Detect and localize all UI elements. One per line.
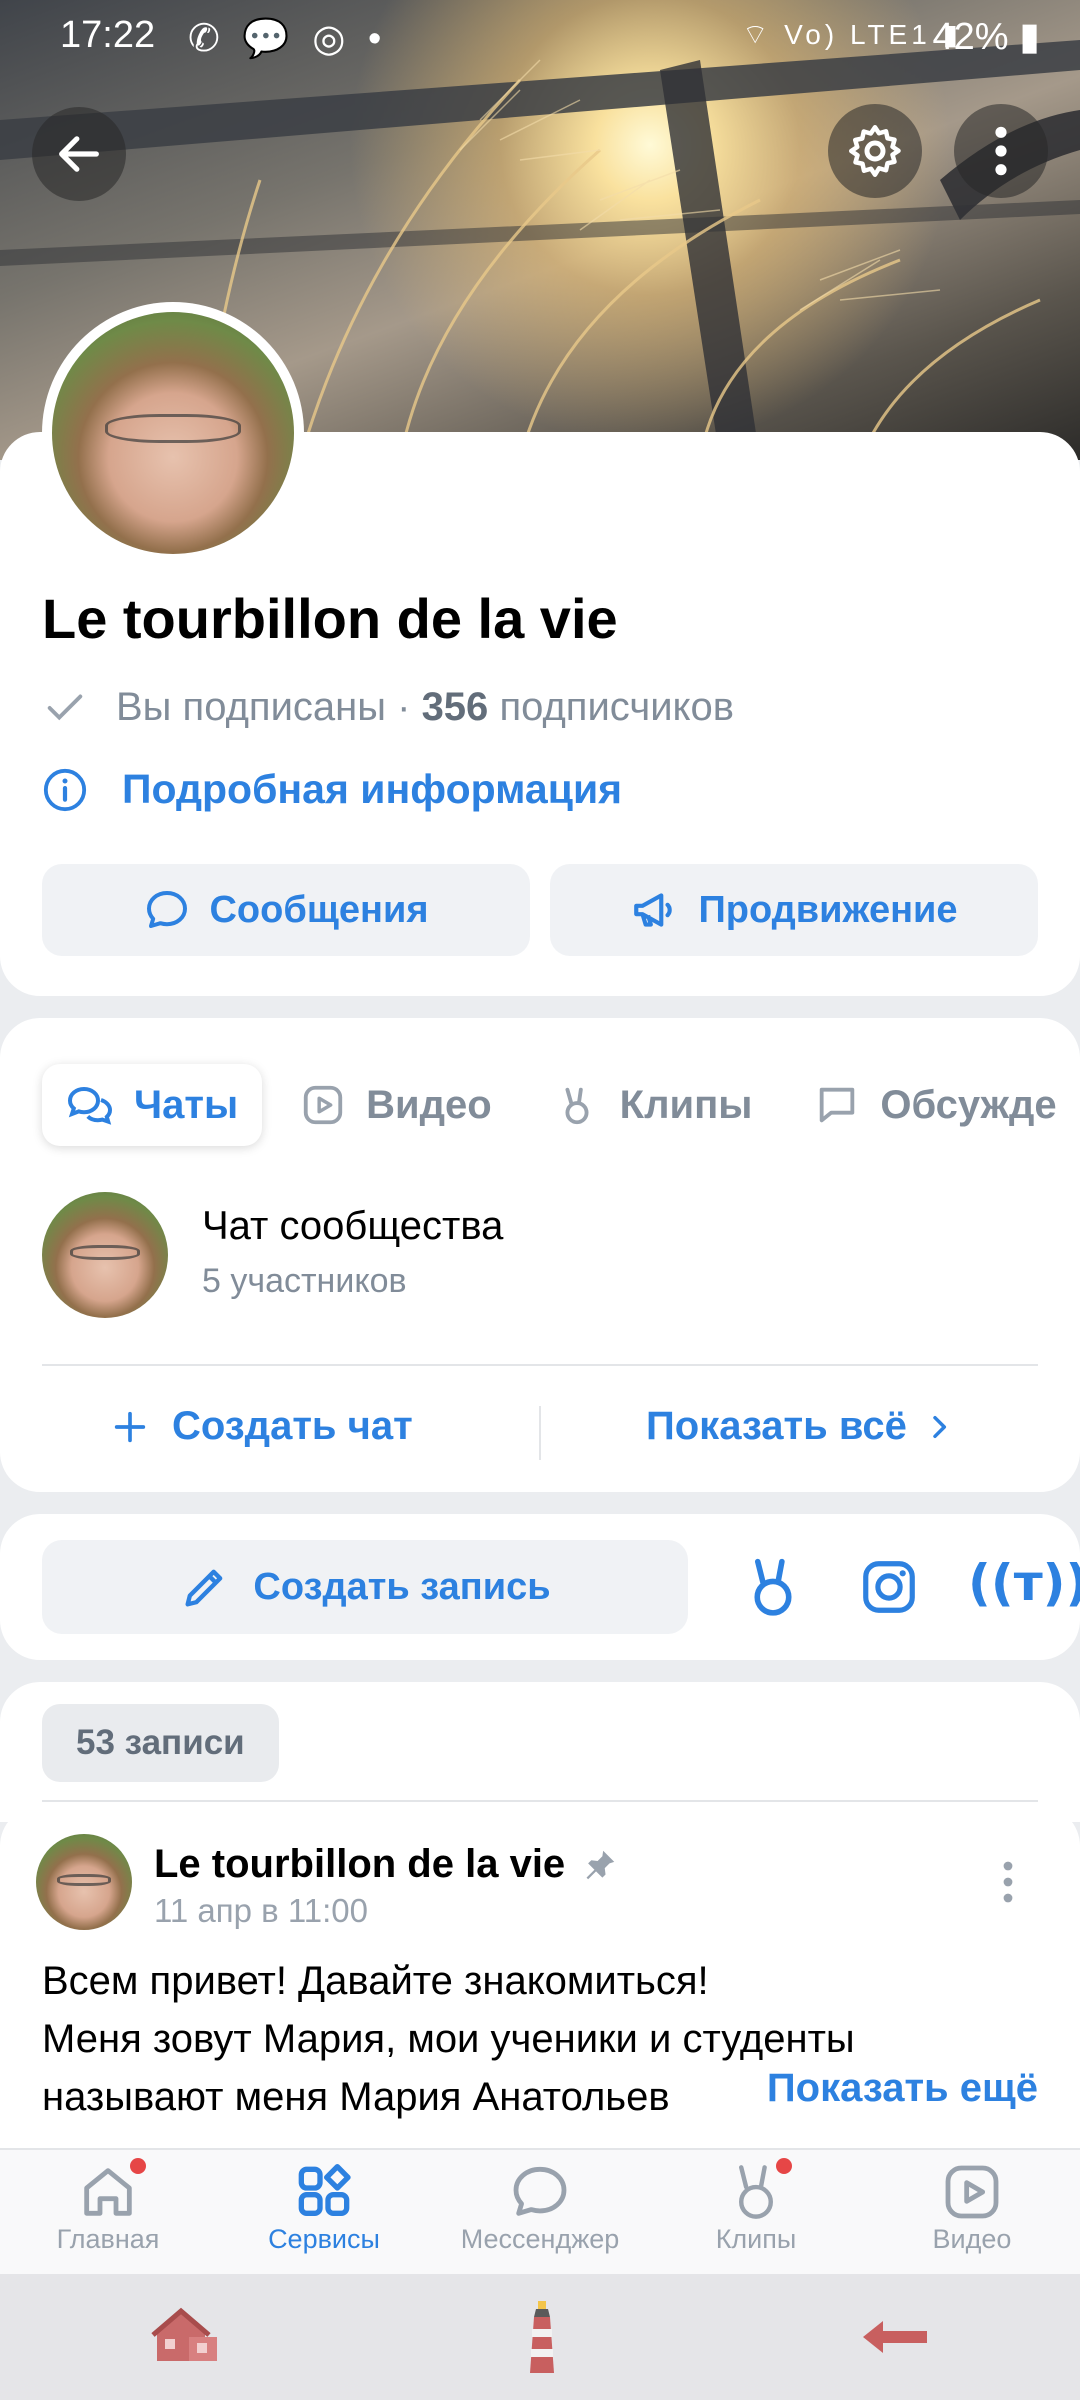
post-author-avatar[interactable]: [36, 1834, 132, 1930]
wifi-icon: ⌔: [742, 19, 773, 50]
subscribers-label: подписчиков: [499, 684, 734, 729]
post-author-row[interactable]: Le tourbillon de la vie: [154, 1842, 619, 1887]
system-nav-bar: [0, 2274, 1080, 2400]
records-divider: [42, 1800, 1038, 1802]
community-chat-row[interactable]: Чат сообщества 5 участников: [42, 1192, 1042, 1322]
details-label: Подробная информация: [122, 766, 623, 812]
subscribers-count: 356: [421, 684, 489, 729]
discussion-icon: [820, 1087, 855, 1123]
info-icon: [43, 768, 87, 811]
video-icon: [303, 1085, 343, 1125]
messages-label: Сообщения: [209, 888, 429, 931]
community-title: Le tourbillon de la vie: [42, 587, 618, 650]
tabbar-messenger-label: Мессенджер: [460, 2224, 620, 2254]
status-bar: 17:22 ✆ 💬 ◎ • ⌔ Vo) LTE1 ▮ 42% ▮: [0, 0, 1080, 76]
bottom-tab-bar: Главная Сервисы Мессенджер Клипы Видео: [0, 2148, 1080, 2274]
video-icon: [945, 2165, 999, 2219]
tab-chats[interactable]: Чаты: [42, 1064, 263, 1146]
post-line: Меня зовут Мария, мои ученики и студенты: [42, 2017, 855, 2061]
post-line: Всем привет! Давайте знакомиться!: [42, 1959, 709, 2003]
show-more-link[interactable]: Показать ещё: [726, 2066, 1038, 2111]
tabbar-clips[interactable]: Клипы: [648, 2150, 864, 2274]
tabbar-messenger[interactable]: Мессенджер: [432, 2150, 648, 2274]
chat-avatar: [42, 1192, 168, 1318]
tabbar-home-label: Главная: [56, 2224, 160, 2254]
clips-composer-icon[interactable]: [742, 1554, 804, 1620]
tab-discussions-label: Обсужде: [880, 1082, 1057, 1127]
create-post-label: Создать запись: [253, 1565, 551, 1608]
messages-button[interactable]: Сообщения: [42, 864, 530, 956]
promotion-button[interactable]: Продвижение: [550, 864, 1038, 956]
notification-icons: ✆ 💬 ◎ •: [188, 18, 388, 60]
create-chat-label: Создать чат: [172, 1404, 413, 1448]
megaphone-icon: [634, 893, 673, 927]
back-button[interactable]: [32, 107, 126, 201]
tab-chats-label: Чаты: [134, 1082, 239, 1127]
post-author-name: Le tourbillon de la vie: [154, 1842, 566, 1886]
subscribed-text: Вы подписаны ·: [116, 684, 411, 729]
plus-icon: [114, 1411, 146, 1442]
more-vertical-icon: [995, 126, 1007, 176]
notification-dot: [776, 2158, 792, 2174]
chat-actions: Создать чат Показать всё: [0, 1394, 1080, 1466]
back-arrow-icon[interactable]: [859, 2317, 931, 2357]
post-date: 11 апр в 11:00: [154, 1892, 369, 1929]
show-all-label: Показать всё: [646, 1404, 907, 1448]
tab-clips-label: Клипы: [619, 1082, 753, 1127]
network-label: Vo) LTE1: [784, 19, 931, 50]
tab-discussions[interactable]: Обсужде: [790, 1064, 1080, 1146]
check-icon: [47, 694, 83, 721]
message-bubble-icon: [147, 891, 188, 928]
recents-house-icon[interactable]: [149, 2305, 225, 2369]
settings-button[interactable]: [828, 104, 922, 198]
notification-dot: [130, 2158, 146, 2174]
signal-icons: ⌔ Vo) LTE1 ▮: [742, 18, 962, 53]
show-all-button[interactable]: Показать всё: [646, 1404, 955, 1449]
tab-video[interactable]: Видео: [276, 1064, 516, 1146]
chat-name: Чат сообщества: [202, 1204, 504, 1248]
tabbar-home[interactable]: Главная: [0, 2150, 216, 2274]
messenger-icon: [513, 2166, 567, 2216]
community-avatar[interactable]: [42, 302, 304, 564]
instagram-icon[interactable]: [858, 1556, 920, 1618]
chats-icon: [67, 1086, 113, 1125]
section-tabs: Чаты Видео Клипы Обсужде: [42, 1064, 1080, 1146]
tabbar-video[interactable]: Видео: [864, 2150, 1080, 2274]
chat-members: 5 участников: [202, 1262, 407, 1300]
create-chat-button[interactable]: Создать чат: [110, 1404, 413, 1449]
gear-icon: [849, 125, 901, 177]
tab-video-label: Видео: [366, 1082, 492, 1127]
broadcast-icon[interactable]: ((т)): [968, 1554, 1080, 1612]
tabbar-clips-label: Клипы: [715, 2224, 797, 2254]
tabbar-video-label: Видео: [932, 2224, 1012, 2254]
tabbar-services[interactable]: Сервисы: [216, 2150, 432, 2274]
chat-divider: [42, 1364, 1038, 1366]
actions-separator: [539, 1406, 541, 1460]
battery-percent: 42%: [932, 16, 1009, 58]
chevron-right-icon: [933, 1415, 946, 1438]
home-lighthouse-icon[interactable]: [522, 2296, 562, 2378]
tab-clips[interactable]: Клипы: [530, 1064, 777, 1146]
tabbar-services-label: Сервисы: [268, 2224, 380, 2254]
clips-icon: [565, 1087, 589, 1125]
battery-indicator: 42% ▮: [932, 16, 1040, 58]
promotion-label: Продвижение: [698, 888, 958, 931]
post-menu-icon[interactable]: [998, 1858, 1018, 1906]
avatar-photo: [52, 312, 294, 554]
subscription-status[interactable]: Вы подписаны · 356 подписчиков: [42, 684, 734, 730]
create-post-button[interactable]: Создать запись: [42, 1540, 688, 1634]
more-button[interactable]: [954, 104, 1048, 198]
status-time: 17:22: [60, 14, 156, 56]
records-count-badge[interactable]: 53 записи: [42, 1704, 279, 1782]
arrow-left-icon: [59, 136, 99, 172]
pin-icon: [586, 1850, 615, 1879]
pencil-icon: [185, 1569, 223, 1607]
details-link[interactable]: Подробная информация: [42, 766, 622, 813]
services-icon: [298, 2164, 351, 2216]
